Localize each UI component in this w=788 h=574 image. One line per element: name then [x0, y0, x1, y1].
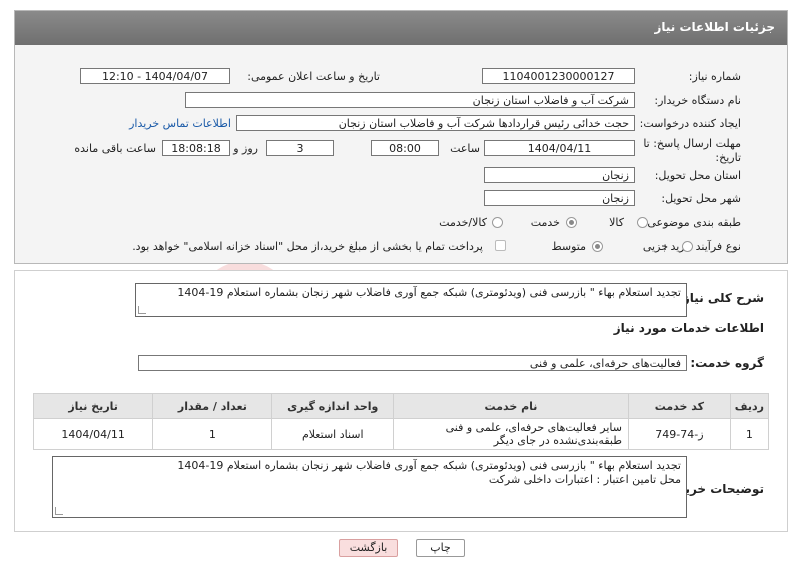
process-option-medium: متوسط — [551, 240, 586, 253]
category-radio-goods[interactable] — [637, 217, 648, 228]
col-name: نام خدمت — [393, 393, 629, 419]
process-radio-medium[interactable] — [592, 241, 603, 252]
province-label: استان محل تحویل: — [654, 169, 741, 182]
days-field[interactable]: 3 — [266, 140, 334, 156]
cell-code: ز-74-749 — [627, 418, 731, 450]
city-field[interactable]: زنجان — [484, 190, 635, 206]
days-label: روز و — [233, 142, 258, 155]
col-date: تاریخ نیاز — [32, 393, 154, 419]
city-label: شهر محل تحویل: — [661, 192, 741, 205]
cell-unit: اسناد استعلام — [271, 418, 395, 450]
col-row: ردیف — [729, 393, 770, 419]
services-table: ردیف کد خدمت نام خدمت واحد اندازه گیری ت… — [32, 393, 770, 450]
service-group-label: گروه خدمت: — [690, 356, 764, 370]
buyer-org-field[interactable]: شرکت آب و فاضلاب استان زنجان — [185, 92, 635, 108]
category-option-service: خدمت — [530, 216, 560, 229]
process-radio-minor[interactable] — [682, 241, 693, 252]
resize-grip-icon[interactable] — [55, 507, 63, 515]
col-unit: واحد اندازه گیری — [271, 393, 395, 419]
panel-title: جزئیات اطلاعات نیاز — [654, 20, 775, 34]
creator-field[interactable]: حجت خدائی رئیس قراردادها شرکت آب و فاضلا… — [236, 115, 635, 131]
summary-label: شرح کلی نیاز: — [678, 291, 764, 305]
table-row: 1 ز-74-749 سایر فعالیت‌های حرفه‌ای، علمی… — [32, 418, 770, 450]
process-label: نوع فرآیند خرید : — [663, 240, 741, 253]
deadline-time-field[interactable]: 08:00 — [371, 140, 439, 156]
resize-grip-icon[interactable] — [138, 306, 146, 314]
panel-header: جزئیات اطلاعات نیاز — [15, 11, 787, 45]
service-group-field[interactable]: فعالیت‌های حرفه‌ای، علمی و فنی — [138, 355, 687, 371]
summary-text: تجدید استعلام بهاء " بازرسی فنی (ویدئومت… — [177, 286, 681, 299]
buyer-org-label: نام دستگاه خریدار: — [654, 94, 741, 107]
category-label: طبقه بندی موضوعی: — [643, 216, 741, 229]
deadline-time-label: ساعت — [450, 142, 480, 155]
province-field[interactable]: زنجان — [484, 167, 635, 183]
announce-field[interactable]: 1404/04/07 - 12:10 — [80, 68, 230, 84]
cell-row: 1 — [729, 418, 770, 450]
buyer-notes-line2: محل تامین اعتبار : اعتبارات داخلی شرکت — [488, 473, 681, 486]
back-button[interactable]: بازگشت — [339, 539, 398, 557]
buyer-contact-link[interactable]: اطلاعات تماس خریدار — [129, 117, 231, 130]
category-radio-service[interactable] — [566, 217, 577, 228]
cell-date: 1404/04/11 — [32, 418, 154, 450]
process-option-minor: جزیی — [642, 240, 668, 253]
deadline-date-field[interactable]: 1404/04/11 — [484, 140, 635, 156]
col-qty: تعداد / مقدار — [152, 393, 273, 419]
remaining-time-field[interactable]: 18:08:18 — [162, 140, 230, 156]
category-option-goods-service: کالا/خدمت — [439, 216, 487, 229]
services-title: اطلاعات خدمات مورد نیاز — [613, 321, 764, 335]
cell-name: سایر فعالیت‌های حرفه‌ای، علمی و فنی طبقه… — [393, 418, 629, 450]
summary-field[interactable]: تجدید استعلام بهاء " بازرسی فنی (ویدئومت… — [135, 283, 687, 317]
treasury-checkbox[interactable] — [495, 240, 506, 251]
category-option-goods: کالا — [609, 216, 624, 229]
announce-label: تاریخ و ساعت اعلان عمومی: — [247, 70, 380, 83]
category-radio-goods-service[interactable] — [492, 217, 503, 228]
cell-qty: 1 — [152, 418, 273, 450]
buyer-notes-line1: تجدید استعلام بهاء " بازرسی فنی (ویدئومت… — [177, 459, 681, 472]
table-header-row: ردیف کد خدمت نام خدمت واحد اندازه گیری ت… — [32, 393, 770, 419]
buyer-notes-field[interactable]: تجدید استعلام بهاء " بازرسی فنی (ویدئومت… — [52, 456, 687, 518]
remaining-label: ساعت باقی مانده — [74, 142, 156, 155]
deadline-label: مهلت ارسال پاسخ: تا تاریخ: — [643, 137, 741, 164]
need-number-label: شماره نیاز: — [688, 70, 741, 83]
creator-label: ایجاد کننده درخواست: — [639, 117, 741, 130]
need-number-field[interactable]: 1104001230000127 — [482, 68, 635, 84]
col-code: کد خدمت — [627, 393, 731, 419]
payment-note: پرداخت تمام یا بخشی از مبلغ خرید،از محل … — [132, 240, 483, 253]
print-button[interactable]: چاپ — [416, 539, 465, 557]
